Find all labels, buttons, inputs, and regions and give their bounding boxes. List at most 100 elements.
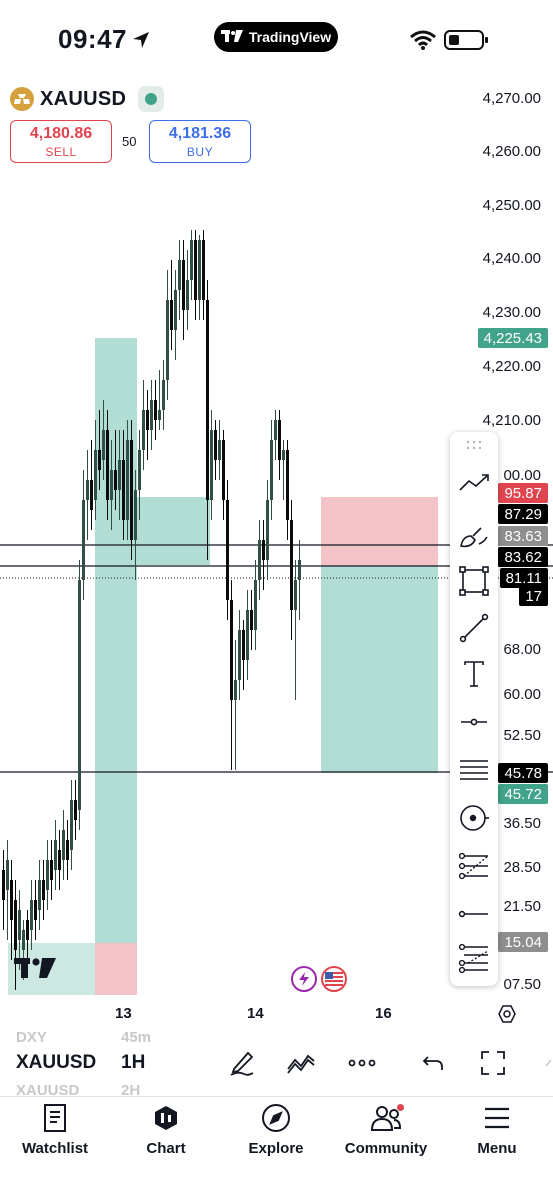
candle-body — [82, 500, 85, 580]
nav-label: Chart — [146, 1140, 186, 1157]
candle-body — [90, 480, 93, 510]
nav-menu[interactable]: Menu — [447, 1102, 547, 1157]
fullscreen-icon[interactable] — [478, 1048, 508, 1078]
brush-icon[interactable] — [456, 518, 492, 554]
long-position-profit-zone — [95, 338, 137, 943]
candle-body — [102, 430, 105, 460]
sell-price: 4,180.86 — [29, 125, 93, 142]
candle-body — [2, 870, 5, 900]
candle-body — [218, 440, 221, 460]
price-tag: 95.87 — [498, 483, 548, 503]
candle-body — [118, 460, 121, 490]
symbol-name[interactable]: XAUUSD — [40, 88, 126, 111]
nav-chart[interactable]: Chart — [116, 1102, 216, 1157]
indicators-icon[interactable] — [286, 1048, 316, 1078]
candle-body — [94, 450, 97, 500]
candle-body — [126, 440, 129, 520]
candle-body — [134, 490, 137, 540]
candle-body — [294, 580, 297, 610]
watchlist-icon — [44, 1104, 66, 1132]
chart-settings-icon[interactable] — [497, 1004, 517, 1024]
candle-body — [114, 470, 117, 490]
price-tag: 83.62 — [498, 547, 548, 567]
price-tag: 81.11 — [499, 568, 548, 588]
lightning-event-icon[interactable] — [291, 966, 317, 992]
undo-icon[interactable] — [418, 1048, 448, 1078]
candle-body — [258, 540, 261, 580]
sell-label: SELL — [45, 145, 77, 159]
drag-grip-icon[interactable] — [466, 440, 482, 450]
timeframe-selector[interactable]: 1H — [121, 1052, 145, 1074]
compass-icon — [262, 1104, 290, 1132]
candle-body — [98, 450, 101, 470]
candle-body — [66, 840, 69, 860]
price-axis-label: 4,250.00 — [482, 197, 541, 214]
candle-body — [74, 800, 77, 820]
candle-body — [154, 400, 157, 420]
buy-button[interactable]: 4,181.36 BUY — [149, 120, 251, 163]
us-flag-event-icon[interactable] — [321, 966, 347, 992]
circle-target-icon[interactable] — [456, 800, 492, 836]
sell-button[interactable]: 4,180.86 SELL — [10, 120, 112, 163]
candle-body — [286, 450, 289, 520]
candle-body — [26, 920, 29, 940]
chart-event-icons — [291, 966, 347, 992]
candle-body — [42, 880, 45, 900]
trend-angle-icon[interactable] — [456, 466, 492, 502]
candle-body — [202, 240, 205, 300]
price-axis-label: 4,230.00 — [482, 304, 541, 321]
nav-explore[interactable]: Explore — [226, 1102, 326, 1157]
candle-body — [230, 600, 233, 700]
nav-label: Explore — [248, 1140, 304, 1157]
candle-body — [238, 630, 241, 680]
symbol-header[interactable]: XAUUSD — [10, 86, 165, 112]
price-axis-label: 28.50 — [503, 859, 541, 876]
rectangle-icon[interactable] — [456, 563, 492, 599]
text-icon[interactable] — [456, 656, 492, 692]
horizontal-line-icon[interactable] — [456, 896, 492, 932]
candle-body — [246, 610, 249, 660]
candle-body — [46, 860, 49, 890]
time-axis-label: 16 — [375, 1005, 392, 1022]
pitchfork-icon[interactable] — [456, 848, 492, 884]
candle-body — [250, 610, 253, 630]
horizontal-ray-icon[interactable] — [456, 704, 492, 740]
nav-label: Watchlist — [21, 1140, 89, 1157]
notification-dot — [397, 1104, 404, 1111]
market-open-status-icon[interactable] — [138, 86, 165, 112]
scroll-hint-icon — [545, 1059, 552, 1067]
time-axis-label: 14 — [247, 1005, 264, 1022]
long-position-loss-zone — [95, 943, 137, 995]
candle-body — [54, 840, 57, 870]
candle-body — [186, 280, 189, 310]
candle-body — [254, 580, 257, 630]
candle-body — [130, 440, 133, 540]
drawing-pen-icon[interactable] — [227, 1048, 257, 1078]
candle-body — [150, 400, 153, 430]
symbol-selector[interactable]: XAUUSD — [16, 1052, 96, 1074]
candle-body — [298, 560, 301, 580]
more-options-icon[interactable] — [347, 1048, 377, 1078]
price-tag: 15.04 — [498, 932, 548, 952]
price-axis-label: 4,210.00 — [482, 412, 541, 429]
candle-body — [266, 500, 269, 560]
nav-community[interactable]: Community — [336, 1102, 436, 1157]
candle-body — [78, 580, 81, 810]
candle-body — [18, 910, 21, 940]
candle-body — [222, 440, 225, 500]
candle-body — [210, 430, 213, 500]
candle-body — [62, 830, 65, 860]
nav-watchlist[interactable]: Watchlist — [5, 1102, 105, 1157]
trend-line-icon[interactable] — [456, 610, 492, 646]
candle-body — [162, 380, 165, 410]
candle-body — [138, 450, 141, 490]
candle-body — [262, 540, 265, 560]
fib-levels-icon[interactable] — [456, 752, 492, 788]
price-axis-label: 4,260.00 — [482, 143, 541, 160]
candle-body — [70, 800, 73, 850]
candle-body — [38, 880, 41, 910]
price-tag: 17 — [519, 586, 548, 606]
gann-icon[interactable] — [456, 940, 492, 976]
candle-body — [278, 420, 281, 460]
position-zone-mid — [137, 497, 210, 565]
